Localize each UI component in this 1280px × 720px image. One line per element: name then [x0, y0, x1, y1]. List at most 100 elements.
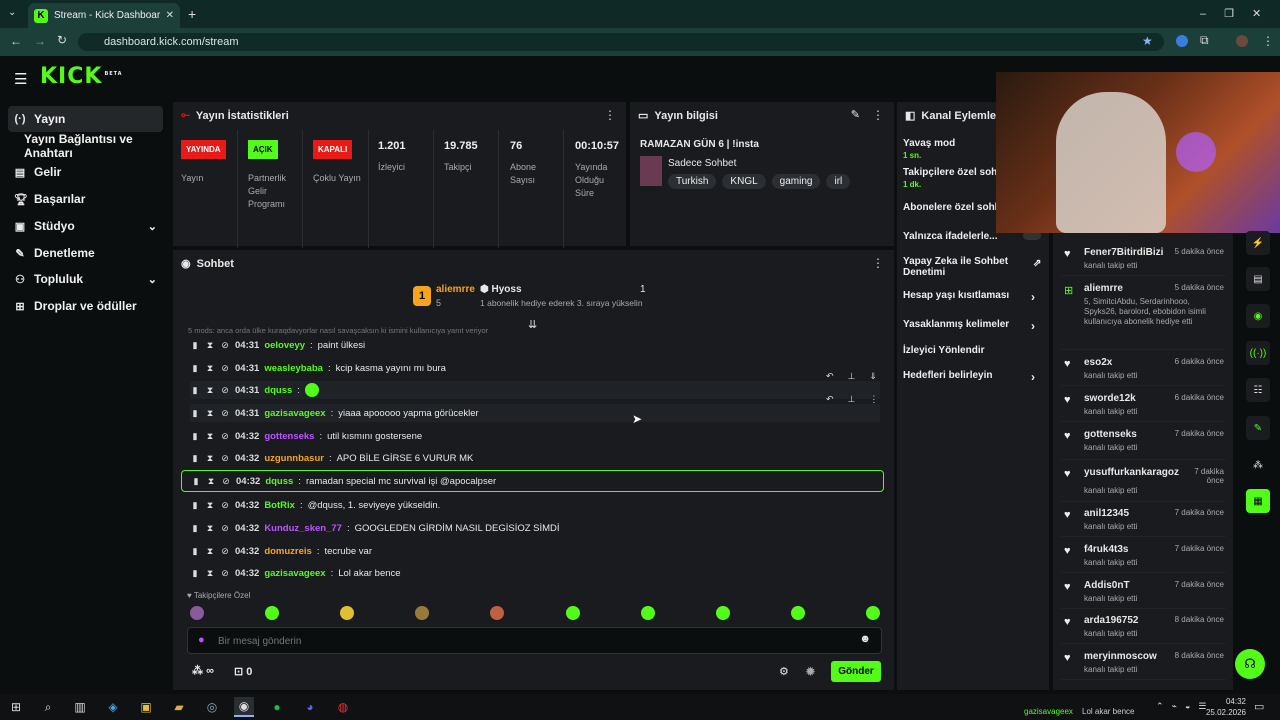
delete-icon[interactable]: ▮ [190, 546, 200, 557]
sidebar-item-studio[interactable]: ▣ Stüdyo ⌄ [8, 213, 163, 239]
reload-icon[interactable]: ↻ [57, 33, 67, 47]
ban-icon[interactable]: ⊘ [220, 500, 230, 511]
chat-message[interactable]: ▮ ⧗ ⊘ 04:32 gottenseks: util kısmını gosterse… [190, 427, 880, 445]
chat-message[interactable]: ▮ ⧗ ⊘ 04:32 uzgunnbasur: APO BİLE GİRSE 6 VUR… [190, 449, 880, 467]
steam-icon[interactable]: ◎ [202, 697, 222, 717]
message-username[interactable]: gazisavageex [264, 568, 325, 579]
message-username[interactable]: weasleybaba [264, 363, 323, 374]
ban-icon[interactable]: ⊘ [220, 523, 230, 534]
event-username[interactable]: anil12345 [1084, 508, 1129, 519]
timeout-icon[interactable]: ⧗ [205, 453, 215, 464]
delete-icon[interactable]: ▮ [190, 340, 200, 351]
chat-input[interactable]: ● ☻ [187, 627, 882, 654]
tab-list-icon[interactable]: ⌄ [8, 7, 20, 18]
forward-icon[interactable]: → [34, 34, 46, 48]
event-item[interactable]: ♥ arda196752 8 dakika önce kanalı takip ett… [1060, 610, 1226, 644]
message-actions[interactable]: ↶⊥⇓ [826, 371, 888, 387]
timeout-icon[interactable]: ⧗ [205, 568, 215, 579]
message-username[interactable]: Kunduz_sken_77 [264, 523, 342, 534]
tag[interactable]: irl [826, 174, 851, 189]
delete-icon[interactable]: ▮ [190, 385, 200, 396]
broadcast-icon[interactable]: ((·)) [1246, 341, 1270, 365]
event-username[interactable]: yusuffurkankaragoz [1084, 467, 1179, 478]
microphone-icon[interactable]: ● [198, 634, 205, 646]
raid-viewers[interactable]: İzleyici Yönlendir [903, 345, 1043, 356]
message-username[interactable]: uzgunnbasur [264, 453, 324, 464]
gear-badge-icon[interactable]: ✹ [805, 664, 816, 680]
message-actions[interactable]: ↶⊥⋮ [826, 394, 888, 410]
message-username[interactable]: gottenseks [264, 431, 314, 442]
message-username[interactable]: oeloveyy [264, 340, 305, 351]
notification-center-icon[interactable]: ▭ [1254, 700, 1264, 713]
event-item[interactable]: ♥ f4ruk4t3s 7 dakika önce kanalı takip etti [1060, 539, 1226, 573]
ban-icon[interactable]: ⊘ [220, 363, 230, 374]
delete-icon[interactable]: ▮ [190, 408, 200, 419]
tag[interactable]: gaming [771, 174, 821, 189]
delete-icon[interactable]: ▮ [190, 568, 200, 579]
timeout-icon[interactable]: ⧗ [205, 500, 215, 511]
discord-icon[interactable]: ◕ [300, 697, 320, 717]
settings-gear-icon[interactable]: ⚙ [779, 665, 789, 678]
delete-icon[interactable]: ▮ [190, 453, 200, 464]
event-item[interactable]: ♥ yusuffurkankaragoz 7 dakika önce kanalı t… [1060, 462, 1226, 502]
profile-avatar[interactable] [1236, 35, 1248, 47]
tag[interactable]: Turkish [668, 174, 717, 189]
sidebar-item-stream-key[interactable]: Yayın Bağlantısı ve Anahtarı [8, 132, 173, 160]
spotify-icon[interactable]: ● [267, 697, 287, 717]
message-username[interactable]: BotRix [264, 500, 295, 511]
ban-icon[interactable]: ⊘ [220, 453, 230, 464]
sidebar-item-achievements[interactable]: 🏆︎ Başarılar [8, 186, 163, 212]
banned-words[interactable]: Yasaklanmış kelimeler › [903, 319, 1043, 333]
leader-name[interactable]: aliemrre [436, 284, 475, 295]
url-field[interactable]: dashboard.kick.com/stream [78, 33, 1164, 51]
timeout-icon[interactable]: ⧗ [205, 523, 215, 534]
delete-icon[interactable]: ▮ [190, 363, 200, 374]
timeout-icon[interactable]: ⧗ [205, 408, 215, 419]
timeout-icon[interactable]: ⧗ [205, 385, 215, 396]
back-icon[interactable]: ← [10, 34, 22, 48]
task-view-icon[interactable]: ▥ [70, 697, 90, 717]
bolt-icon[interactable]: ⚡ [1246, 231, 1270, 255]
chat-message[interactable]: ▮ ⧗ ⊘ 04:31 weasleybaba: kcip kasma yayını mı… [190, 359, 880, 377]
event-item[interactable]: ♥ anil12345 7 dakika önce kanalı takip etti [1060, 503, 1226, 537]
close-tab-icon[interactable]: ✕ [166, 10, 174, 21]
chat-message[interactable]: ▮ ⧗ ⊘ 04:31 gazisavageex: yiaaa apooooo yapma… [190, 404, 880, 422]
wrench-icon[interactable]: ✎ [1246, 416, 1270, 440]
ai-moderation-link[interactable]: Yapay Zeka ile Sohbet Denetimi ⇗ [903, 256, 1041, 278]
event-item[interactable]: ♥ meryinmoscow 8 dakika önce kanalı takip e… [1060, 646, 1226, 680]
chat-message[interactable]: ▮ ⧗ ⊘ 04:32 dquss: ramadan special mc surviva… [181, 470, 884, 492]
emote[interactable] [265, 606, 280, 620]
ban-icon[interactable]: ⊘ [220, 340, 230, 351]
app-icon[interactable]: ◈ [103, 697, 123, 717]
ban-icon[interactable]: ⊘ [221, 476, 231, 487]
tag[interactable]: KNGL [722, 174, 766, 189]
emote[interactable] [490, 606, 505, 620]
store-icon[interactable]: ▣ [136, 697, 156, 717]
leader2[interactable]: ⬢ Hyoss [480, 284, 522, 295]
event-username[interactable]: aliemrre [1084, 283, 1123, 294]
obs-icon[interactable]: ◍ [333, 697, 353, 717]
edit-pencil-icon[interactable]: ✎ [851, 108, 860, 121]
message-username[interactable]: domuzreis [264, 546, 312, 557]
chat-message[interactable]: ▮ ⧗ ⊘ 04:31 oeloveyy: paint ülkesi [190, 336, 880, 354]
emote[interactable] [415, 606, 430, 620]
window-controls[interactable]: –❐✕ [1200, 7, 1279, 20]
chat-menu-icon[interactable]: ⋮ [872, 256, 884, 270]
extension-icon[interactable] [1176, 35, 1188, 47]
delete-icon[interactable]: ▮ [190, 500, 200, 511]
windows-start-icon[interactable]: ⊞ [6, 697, 26, 717]
emote[interactable] [790, 606, 805, 620]
browser-menu-icon[interactable]: ⋮ [1262, 34, 1274, 48]
event-username[interactable]: gottenseks [1084, 429, 1137, 440]
sidebar-item-drops[interactable]: ⊞ Droplar ve ödüller [8, 293, 163, 319]
event-username[interactable]: sworde12k [1084, 393, 1136, 404]
info-menu-icon[interactable]: ⋮ [872, 108, 884, 122]
ban-icon[interactable]: ⊘ [220, 408, 230, 419]
sidebar-item-revenue[interactable]: ▤ Gelir [8, 159, 163, 185]
gift-display[interactable]: ⊡ 0 [234, 665, 252, 678]
event-username[interactable]: Fener7BitirdiBizi [1084, 247, 1163, 258]
event-item[interactable]: ♥ gottenseks 7 dakika önce kanalı takip ett… [1060, 424, 1226, 460]
sidebar-item-moderation[interactable]: ✎ Denetleme [8, 240, 163, 266]
delete-icon[interactable]: ▮ [190, 431, 200, 442]
ban-icon[interactable]: ⊘ [220, 546, 230, 557]
